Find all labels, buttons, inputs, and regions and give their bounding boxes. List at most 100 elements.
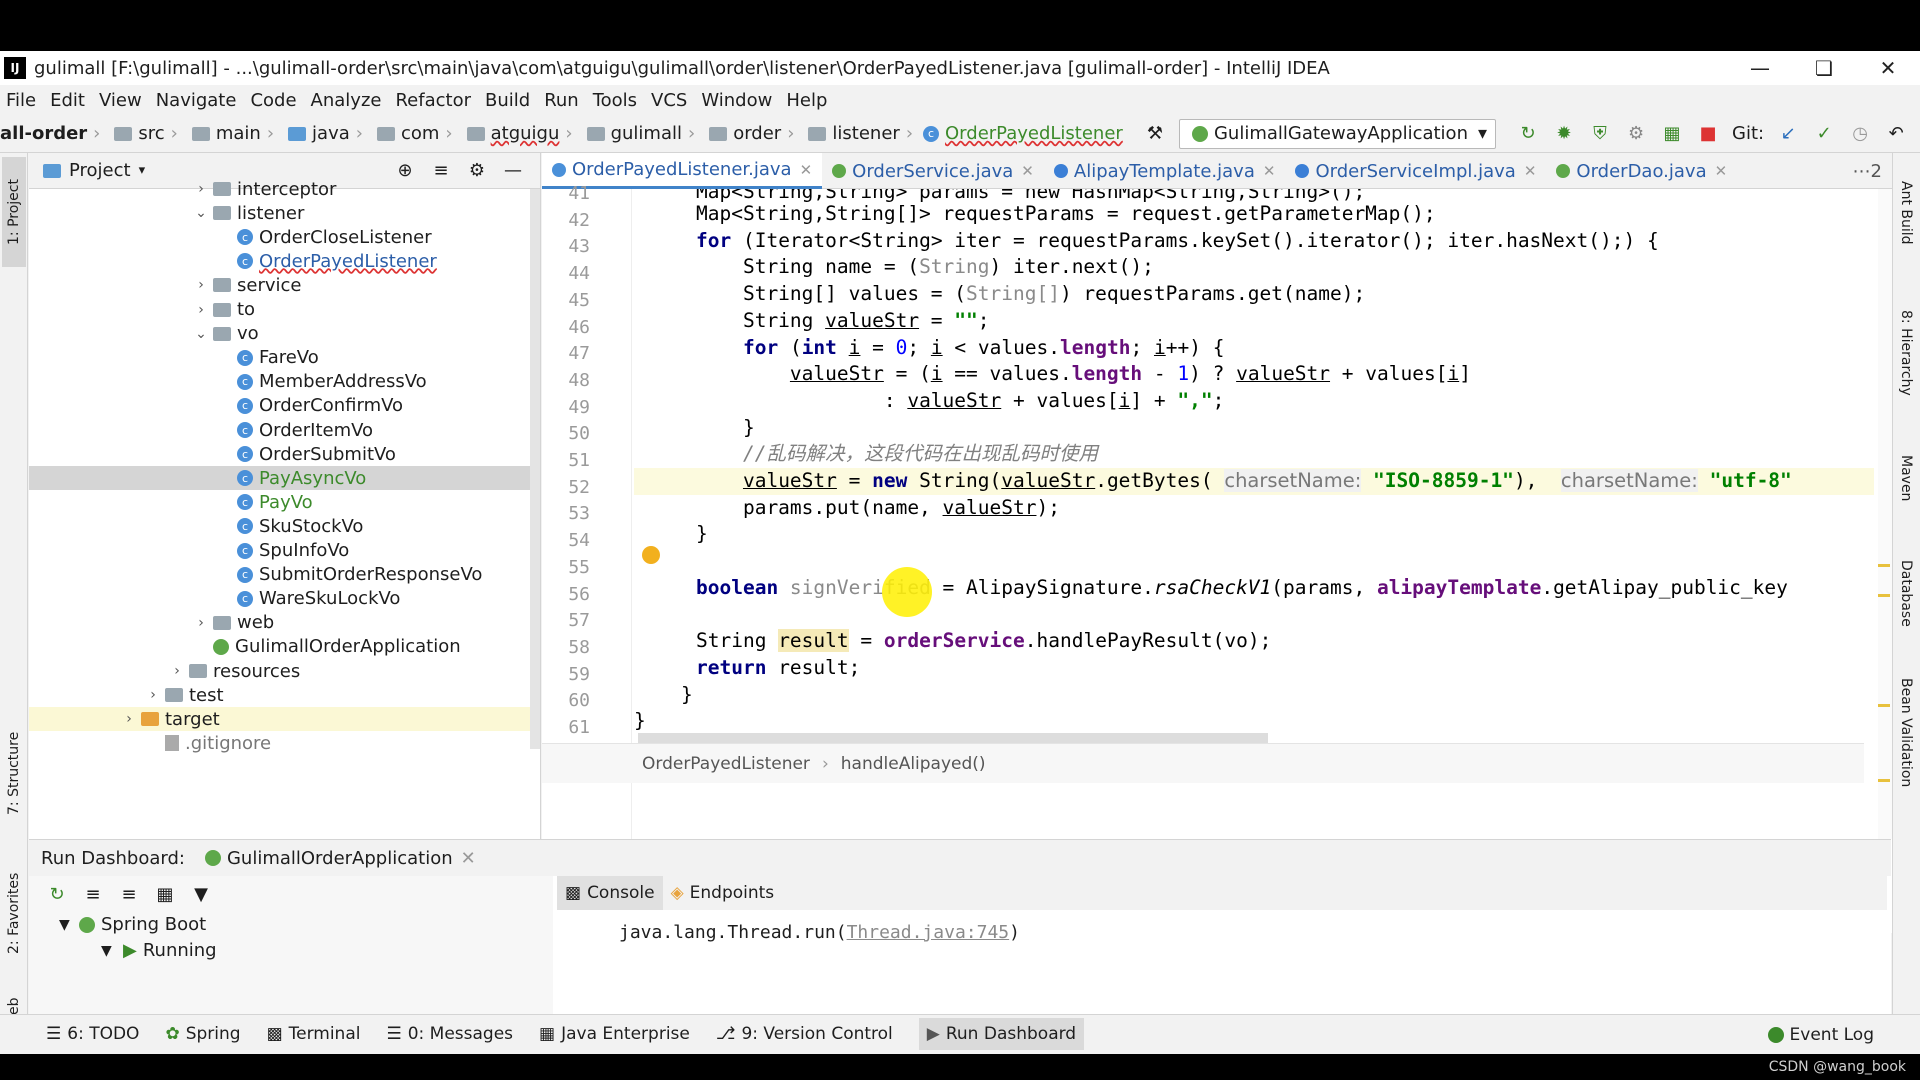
profile-icon[interactable]: ⚙ (1618, 123, 1654, 144)
tree-item[interactable]: c OrderItemVo (29, 418, 540, 442)
breadcrumb-class[interactable]: OrderPayedListener (642, 754, 810, 774)
project-structure-icon[interactable]: ▣ (1914, 123, 1920, 144)
close-icon[interactable]: ✕ (1021, 162, 1034, 180)
editor-scrollbar[interactable] (1878, 189, 1892, 839)
tab-alipaytemplate[interactable]: AlipayTemplate.java ✕ (1044, 153, 1286, 189)
tree-item[interactable]: c OrderConfirmVo (29, 394, 540, 418)
nav-crumb-class[interactable]: c OrderPayedListener (919, 123, 1123, 144)
filter-icon[interactable]: ▼ (183, 884, 219, 905)
tab-orderserviceimpl[interactable]: OrderServiceImpl.java ✕ (1285, 153, 1546, 189)
build-project-icon[interactable]: ▦ (1654, 123, 1690, 144)
close-icon[interactable]: ✕ (1524, 162, 1537, 180)
chevron-right-icon[interactable]: › (121, 711, 137, 727)
warning-marker[interactable] (1878, 704, 1890, 707)
tab-orderdao[interactable]: OrderDao.java ✕ (1546, 153, 1737, 189)
rerun-icon[interactable]: ↻ (39, 884, 75, 905)
menu-help[interactable]: Help (786, 90, 827, 111)
tree-item[interactable]: › service (29, 273, 540, 297)
close-icon[interactable]: ✕ (1263, 162, 1276, 180)
tree-item[interactable]: › test (29, 683, 540, 707)
menu-file[interactable]: File (6, 90, 36, 111)
tabs-overflow-button[interactable]: ⋯2 (1843, 153, 1892, 189)
menu-navigate[interactable]: Navigate (156, 90, 237, 111)
tool-todo[interactable]: ☰ 6: TODO (46, 1024, 139, 1044)
menu-tools[interactable]: Tools (593, 90, 637, 111)
tool-tab-hierarchy[interactable]: 8: Hierarchy (1894, 293, 1918, 413)
chevron-right-icon[interactable]: › (193, 615, 209, 631)
tree-item[interactable]: ⌄ listener (29, 201, 540, 225)
tree-item[interactable]: c PayVo (29, 490, 540, 514)
build-hammer-icon[interactable]: ⚒ (1147, 123, 1163, 144)
breadcrumb-method[interactable]: handleAlipayed() (841, 754, 986, 774)
tree-item[interactable]: c OrderCloseListener (29, 225, 540, 249)
run-app-tab[interactable]: GulimallOrderApplication (227, 848, 453, 869)
chevron-right-icon[interactable]: › (193, 302, 209, 318)
rerun-icon[interactable]: ↻ (1510, 123, 1546, 144)
tool-tab-ant-build[interactable]: Ant Build (1894, 163, 1918, 263)
tree-item[interactable]: › to (29, 298, 540, 322)
menu-refactor[interactable]: Refactor (395, 90, 471, 111)
nav-crumb-module[interactable]: all-order › (0, 123, 100, 144)
menu-window[interactable]: Window (701, 90, 772, 111)
chevron-down-icon[interactable]: ⌄ (193, 326, 209, 342)
close-icon[interactable]: ✕ (800, 161, 813, 179)
nav-crumb-listener[interactable]: listener › (800, 123, 913, 144)
chevron-down-icon[interactable]: ⌄ (193, 205, 209, 221)
tree-item[interactable]: › resources (29, 659, 540, 683)
event-log-button[interactable]: Event Log (1767, 1015, 1874, 1054)
tool-run-dashboard[interactable]: ▶ Run Dashboard (918, 1018, 1085, 1050)
nav-crumb-main[interactable]: main › (184, 123, 274, 144)
git-update-icon[interactable]: ↙ (1770, 123, 1806, 144)
tab-orderservice[interactable]: OrderService.java ✕ (822, 153, 1044, 189)
project-scrollbar[interactable] (530, 189, 540, 749)
tool-tab-bean-validation[interactable]: Bean Validation (1894, 663, 1918, 803)
tool-tab-database[interactable]: Database (1894, 543, 1918, 643)
nav-crumb-com[interactable]: com › (369, 123, 453, 144)
tab-console[interactable]: ▩ Console (557, 876, 663, 910)
close-button[interactable]: ✕ (1856, 51, 1920, 85)
tree-item[interactable]: c SubmitOrderResponseVo (29, 563, 540, 587)
nav-crumb-java[interactable]: java › (280, 123, 363, 144)
close-icon[interactable]: ✕ (461, 848, 476, 869)
menu-analyze[interactable]: Analyze (311, 90, 382, 111)
tree-item[interactable]: c MemberAddressVo (29, 370, 540, 394)
restore-button[interactable]: ❏ (1792, 51, 1856, 85)
warning-marker[interactable] (1878, 594, 1890, 597)
nav-crumb-order[interactable]: order › (701, 123, 794, 144)
debug-icon[interactable]: ✹ (1546, 123, 1582, 144)
tool-tab-structure[interactable]: 7: Structure (2, 713, 26, 833)
tree-item[interactable]: c OrderSubmitVo (29, 442, 540, 466)
chevron-down-icon[interactable]: ▾ (139, 163, 146, 178)
tab-endpoints[interactable]: ◈ Endpoints (663, 876, 783, 910)
tool-tab-project[interactable]: 1: Project (2, 157, 26, 267)
tool-terminal[interactable]: ▩ Terminal (267, 1024, 361, 1044)
stop-icon[interactable]: ■ (1690, 123, 1726, 144)
group-icon[interactable]: ▦ (147, 884, 183, 905)
tree-item[interactable]: GulimallOrderApplication (29, 635, 540, 659)
tree-item[interactable]: c SkuStockVo (29, 514, 540, 538)
editor-horizontal-scrollbar[interactable] (638, 733, 1268, 743)
tree-item[interactable]: › target (29, 707, 540, 732)
tree-item[interactable]: c FareVo (29, 346, 540, 370)
nav-crumb-atguigu[interactable]: atguigu › (459, 123, 573, 144)
tree-item[interactable]: .gitignore (29, 731, 540, 755)
menu-vcs[interactable]: VCS (651, 90, 687, 111)
tool-spring[interactable]: ✿ Spring (165, 1024, 240, 1044)
menu-code[interactable]: Code (250, 90, 296, 111)
running-node[interactable]: ▼ ▶ Running (101, 940, 217, 961)
collapse-all-icon[interactable]: ≡ (111, 884, 147, 905)
tree-item[interactable]: ⌄ vo (29, 322, 540, 346)
tree-item[interactable]: c PayAsyncVo (29, 466, 540, 491)
minimize-button[interactable]: — (1728, 51, 1792, 85)
coverage-icon[interactable]: ⛨ (1582, 123, 1618, 144)
run-config-select[interactable]: GulimallGatewayApplication ▾ (1178, 118, 1497, 149)
menu-run[interactable]: Run (544, 90, 579, 111)
chevron-right-icon[interactable]: › (169, 663, 185, 679)
nav-crumb-gulimall[interactable]: gulimall › (579, 123, 695, 144)
warning-marker[interactable] (1878, 564, 1890, 567)
expand-all-icon[interactable]: ≡ (75, 884, 111, 905)
menu-build[interactable]: Build (485, 90, 530, 111)
tool-tab-favorites[interactable]: 2: Favorites (2, 853, 26, 973)
tool-java-enterprise[interactable]: ▦ Java Enterprise (539, 1024, 690, 1044)
tool-version-control[interactable]: ⎇ 9: Version Control (716, 1024, 893, 1044)
